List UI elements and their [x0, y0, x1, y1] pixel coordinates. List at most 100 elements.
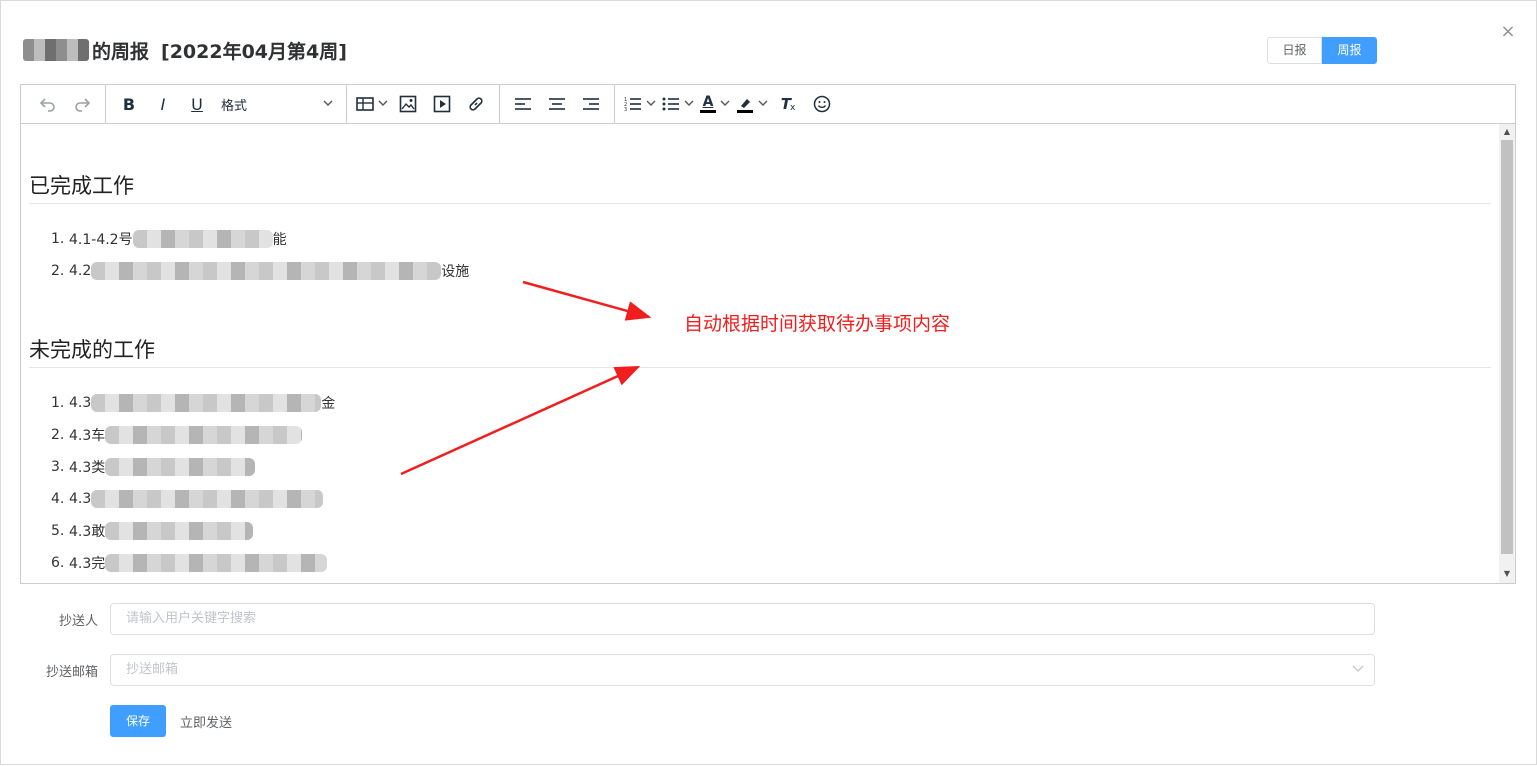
- list-color-group: 123 A T x: [615, 85, 845, 124]
- highlight-icon[interactable]: [736, 90, 768, 118]
- text-style-group: B I U 格式: [106, 84, 347, 124]
- dialog-title: 的周报 [2022年04月第4周]: [23, 35, 347, 65]
- align-right-icon[interactable]: [577, 90, 605, 118]
- align-left-icon[interactable]: [509, 90, 537, 118]
- list-item: 2. 4.3车: [51, 425, 303, 445]
- close-icon[interactable]: ×: [1499, 23, 1517, 41]
- blurred-user-name: [23, 39, 89, 61]
- scroll-down-icon[interactable]: ▼: [1503, 569, 1511, 579]
- list-item-prefix: 4.3类: [69, 460, 106, 476]
- scroll-up-icon[interactable]: ▲: [1503, 127, 1511, 137]
- text-color-letter: A: [702, 94, 714, 110]
- list-item-number: 6.: [51, 555, 65, 571]
- cc-user-input[interactable]: 请输入用户关键字搜索: [110, 603, 1375, 635]
- redacted-text: [105, 426, 303, 444]
- weekly-report-button[interactable]: 周报: [1322, 37, 1377, 64]
- list-item-suffix: 设施: [441, 264, 470, 280]
- editor-content[interactable]: 已完成工作 1. 4.1-4.2号 能 2. 4.2 设施 未完成的工作 1. …: [21, 124, 1499, 583]
- list-item: 2. 4.2 设施: [51, 261, 469, 281]
- redacted-text: [105, 554, 328, 572]
- list-item-number: 1.: [51, 231, 65, 247]
- italic-glyph: I: [160, 94, 166, 114]
- list-item-number: 1.: [51, 395, 65, 411]
- list-item-number: 5.: [51, 523, 65, 539]
- chevron-down-icon: [684, 98, 694, 111]
- list-item: 4. 4.3: [51, 489, 324, 509]
- image-icon[interactable]: [394, 90, 422, 118]
- completed-work-heading: 已完成工作: [29, 174, 134, 198]
- redacted-text: [91, 394, 322, 412]
- chevron-down-icon: [378, 98, 388, 111]
- emoji-icon[interactable]: [808, 90, 836, 118]
- redacted-text: [105, 458, 256, 476]
- insert-group: [347, 84, 500, 124]
- cc-email-select[interactable]: 抄送邮箱: [110, 654, 1375, 686]
- history-group: [25, 84, 106, 124]
- text-color-glyph: A: [700, 95, 716, 113]
- align-center-icon[interactable]: [543, 90, 571, 118]
- list-item-prefix: 4.3: [69, 491, 92, 507]
- list-item-number: 2.: [51, 263, 65, 279]
- chevron-down-icon: [1352, 655, 1364, 685]
- bold-glyph: B: [122, 94, 136, 114]
- italic-button[interactable]: I: [149, 90, 177, 118]
- list-item-prefix: 4.3车: [69, 428, 106, 444]
- media-icon[interactable]: [428, 90, 456, 118]
- title-suffix: 的周报: [92, 40, 150, 63]
- cc-label: 抄送人: [58, 614, 98, 629]
- underline-glyph: U: [191, 94, 203, 114]
- heading-divider: [29, 367, 1491, 368]
- list-item: 3. 4.3类: [51, 457, 256, 477]
- heading-divider: [29, 203, 1491, 204]
- undo-icon[interactable]: [34, 90, 62, 118]
- list-item-prefix: 4.3敢: [69, 524, 106, 540]
- chevron-down-icon: [758, 98, 768, 111]
- bullet-list-icon[interactable]: [662, 90, 694, 118]
- redacted-text: [105, 522, 254, 540]
- text-color-icon[interactable]: A: [700, 90, 730, 118]
- table-icon[interactable]: [356, 90, 388, 118]
- annotation-text: 自动根据时间获取待办事项内容: [684, 313, 951, 335]
- chevron-down-icon: [323, 98, 333, 111]
- bold-button[interactable]: B: [115, 90, 143, 118]
- uncompleted-work-heading: 未完成的工作: [29, 338, 155, 362]
- list-item-prefix: 4.2: [69, 263, 92, 279]
- report-type-toggle: 日报 周报: [1267, 37, 1377, 64]
- scrollbar-thumb[interactable]: [1501, 140, 1513, 554]
- clear-format-glyph: T: [780, 95, 791, 113]
- list-item-prefix: 4.3: [69, 395, 92, 411]
- list-item: 6. 4.3完: [51, 553, 328, 573]
- list-item: 1. 4.1-4.2号 能: [51, 229, 287, 249]
- chevron-down-icon: [646, 98, 656, 111]
- send-now-button[interactable]: 立即发送: [180, 712, 232, 731]
- list-item: 5. 4.3敢: [51, 521, 254, 541]
- chevron-down-icon: [720, 98, 730, 111]
- editor-toolbar: B I U 格式 1 2 3 A T x: [21, 84, 1515, 124]
- clear-format-icon[interactable]: T x: [774, 90, 802, 118]
- list-item-prefix: 4.1-4.2号: [69, 232, 133, 248]
- redacted-text: [132, 230, 273, 248]
- numbered-list-icon[interactable]: 123: [624, 90, 656, 118]
- title-week: [2022年04月第4周]: [161, 40, 347, 63]
- cc-email-placeholder: 抄送邮箱: [126, 662, 179, 677]
- redo-icon[interactable]: [68, 90, 96, 118]
- weekly-report-dialog: 的周报 [2022年04月第4周] × 日报 周报 B I U 格式 1 2 3…: [0, 0, 1537, 765]
- redacted-text: [91, 490, 324, 508]
- text-color-swatch: [700, 110, 716, 113]
- align-group: [500, 84, 615, 124]
- list-item: 1. 4.3 金: [51, 393, 335, 413]
- list-item-number: 4.: [51, 491, 65, 507]
- underline-button[interactable]: U: [183, 90, 211, 118]
- save-button[interactable]: 保存: [110, 705, 166, 737]
- svg-text:3: 3: [624, 107, 627, 112]
- format-label: 格式: [221, 98, 248, 114]
- cc-email-label: 抄送邮箱: [45, 665, 98, 680]
- format-dropdown[interactable]: 格式: [217, 90, 337, 118]
- editor-scrollbar[interactable]: ▲ ▼: [1499, 124, 1515, 583]
- redacted-text: [91, 262, 442, 280]
- list-item-number: 3.: [51, 459, 65, 475]
- list-item-suffix: 能: [272, 232, 287, 248]
- list-item-prefix: 4.3完: [69, 556, 106, 572]
- daily-report-button[interactable]: 日报: [1267, 37, 1322, 64]
- link-icon[interactable]: [462, 90, 490, 118]
